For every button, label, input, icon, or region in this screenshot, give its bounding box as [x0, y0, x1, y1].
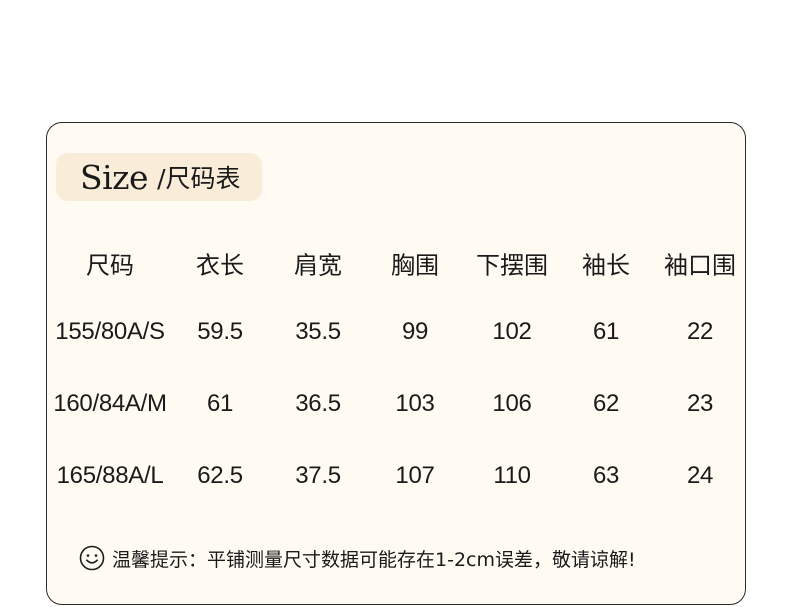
note-text: 温馨提示：平铺测量尺寸数据可能存在1-2cm误差，敬请谅解! — [112, 548, 636, 571]
header-hem: 下摆围 — [476, 251, 548, 280]
measurement-note: 温馨提示：平铺测量尺寸数据可能存在1-2cm误差，敬请谅解! — [79, 543, 636, 573]
cell-chest-row-1: 99 — [401, 318, 429, 345]
header-size: 尺码 — [86, 251, 134, 280]
cell-size-row-1: 155/80A/S — [55, 318, 165, 345]
header-shoulder: 肩宽 — [294, 251, 342, 280]
header-sleeve: 袖长 — [582, 251, 630, 280]
cell-chest-row-3: 107 — [395, 462, 435, 489]
smiley-icon — [79, 545, 105, 571]
cell-shoulder-row-1: 35.5 — [295, 318, 341, 345]
cell-hem-row-1: 102 — [492, 318, 532, 345]
cell-length-row-2: 61 — [206, 390, 234, 417]
size-table: 尺码 衣长 肩宽 胸围 下摆围 袖长 袖口围 155/80A/S 59.5 35.5 99 102 61… — [47, 123, 747, 523]
cell-sleeve-row-2: 62 — [592, 390, 620, 417]
cell-shoulder-row-3: 37.5 — [295, 462, 341, 489]
cell-hem-row-3: 110 — [493, 462, 531, 489]
cell-cuff-row-1: 22 — [686, 318, 714, 345]
cell-cuff-row-2: 23 — [686, 390, 714, 417]
cell-length-row-3: 62.5 — [197, 462, 243, 489]
cell-sleeve-row-1: 61 — [592, 318, 620, 345]
header-length: 衣长 — [196, 251, 244, 280]
cell-cuff-row-3: 24 — [686, 462, 714, 489]
header-chest: 胸围 — [391, 251, 439, 280]
cell-sleeve-row-3: 63 — [592, 462, 620, 489]
cell-hem-row-2: 106 — [492, 390, 532, 417]
header-cuff: 袖口围 — [664, 251, 736, 280]
cell-shoulder-row-2: 36.5 — [295, 390, 341, 417]
cell-chest-row-2: 103 — [395, 390, 435, 417]
cell-length-row-1: 59.5 — [197, 318, 243, 345]
cell-size-row-2: 160/84A/M — [53, 390, 167, 417]
cell-size-row-3: 165/88A/L — [56, 462, 164, 489]
size-chart-card: Size /尺码表 尺码 衣长 肩宽 胸围 下摆围 袖长 袖口围 155/80A/S 59.5 3… — [46, 122, 746, 605]
